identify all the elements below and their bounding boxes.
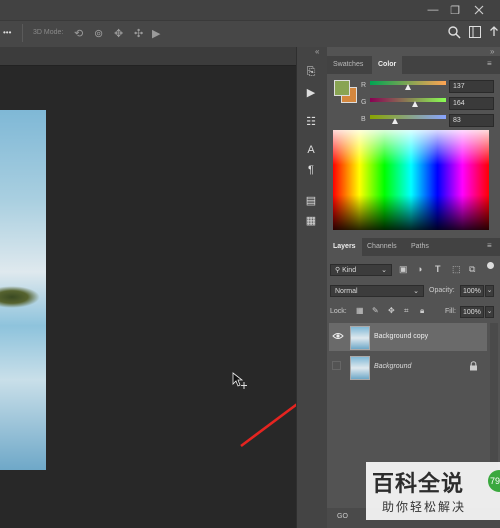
color-spectrum-ramp[interactable] xyxy=(333,130,489,230)
search-button[interactable] xyxy=(447,25,461,41)
paragraph-icon[interactable]: ¶ xyxy=(300,160,322,180)
palm-tree-detail xyxy=(0,286,40,308)
filter-adjustment-icon[interactable]: ◑ xyxy=(417,264,422,274)
properties-icon[interactable]: ▦ xyxy=(300,210,322,230)
g-slider-handle[interactable] xyxy=(412,101,418,107)
filter-pixel-icon[interactable]: ▣ xyxy=(399,264,408,275)
filter-smartobject-icon[interactable]: ⧉ xyxy=(469,264,475,275)
workspace-icon xyxy=(469,26,481,38)
history-icon[interactable]: ⎘ xyxy=(300,62,322,82)
layer-name[interactable]: Background copy xyxy=(374,333,428,340)
chevron-down-icon: ⌄ xyxy=(486,308,493,315)
filter-shape-icon[interactable]: ⬚ xyxy=(452,264,461,275)
color-panel-tabbar: Swatches Color ≡ xyxy=(327,56,500,74)
collapse-panels-icon[interactable]: » xyxy=(490,47,494,56)
watermark-subtitle: 助你轻松解决 xyxy=(382,500,467,514)
g-channel-label: G xyxy=(361,99,367,106)
tab-color[interactable]: Color xyxy=(372,56,403,74)
minimize-icon: — xyxy=(427,4,439,16)
layer-thumbnail xyxy=(350,356,370,380)
layer-thumbnail xyxy=(350,326,370,350)
lock-artboard-icon[interactable]: ⌗ xyxy=(404,306,409,316)
3d-pan-icon[interactable]: ✥ xyxy=(114,27,123,40)
document-tab-bar xyxy=(0,47,296,66)
g-value-field[interactable]: 164 xyxy=(449,97,494,110)
lock-position-icon[interactable]: ✥ xyxy=(388,306,395,315)
chevron-down-icon: ⌄ xyxy=(486,287,493,294)
visibility-box[interactable] xyxy=(332,361,341,370)
filter-toggle-icon[interactable] xyxy=(487,262,494,269)
3d-mode-label: 3D Mode: xyxy=(33,29,64,36)
3d-slide-icon[interactable]: ✣ xyxy=(134,27,143,40)
r-channel-label: R xyxy=(361,82,367,89)
adjustments-icon[interactable]: ☷ xyxy=(300,111,322,131)
close-button[interactable] xyxy=(470,2,488,18)
restore-button[interactable]: ❐ xyxy=(446,2,464,18)
blend-mode-select[interactable]: Normal ⌄ xyxy=(330,285,424,297)
b-slider-handle[interactable] xyxy=(392,118,398,124)
restore-icon: ❐ xyxy=(450,4,460,17)
visibility-eye-icon[interactable] xyxy=(332,331,344,343)
fill-field[interactable]: 100% xyxy=(460,306,484,318)
opacity-field[interactable]: 100% xyxy=(460,285,484,297)
separator xyxy=(22,24,23,42)
opacity-label: Opacity: xyxy=(429,287,455,294)
layer-row-background-copy[interactable]: Background copy xyxy=(329,323,487,351)
opacity-dropdown[interactable]: ⌄ xyxy=(485,285,494,297)
libraries-icon[interactable]: ▤ xyxy=(300,190,322,210)
fill-dropdown[interactable]: ⌄ xyxy=(485,306,494,318)
link-layers-button[interactable]: GO xyxy=(337,513,348,520)
tab-layers[interactable]: Layers xyxy=(327,238,362,256)
share-button[interactable] xyxy=(488,25,500,41)
b-value-field[interactable]: 83 xyxy=(449,114,494,127)
character-icon[interactable]: A xyxy=(300,140,322,160)
share-icon xyxy=(490,26,498,36)
r-slider-handle[interactable] xyxy=(405,84,411,90)
lock-transparent-icon[interactable]: ▦ xyxy=(356,306,364,315)
filter-kind-label: Kind xyxy=(342,267,357,274)
r-value-field[interactable]: 137 xyxy=(449,80,494,93)
lock-icon xyxy=(469,361,478,373)
foreground-color-swatch[interactable] xyxy=(334,80,350,96)
more-options-button[interactable]: ••• xyxy=(3,28,11,37)
3d-orbit-icon[interactable]: ⟲ xyxy=(74,27,83,40)
actions-play-icon[interactable]: ▶ xyxy=(300,82,322,102)
collapse-icon[interactable]: « xyxy=(315,47,319,56)
tab-swatches[interactable]: Swatches xyxy=(327,56,369,74)
watermark-title: 百科全说 xyxy=(372,472,465,497)
layer-name[interactable]: Background xyxy=(374,363,411,370)
lock-all-icon[interactable]: 🔒︎ xyxy=(420,306,424,316)
tab-paths[interactable]: Paths xyxy=(405,238,435,256)
panel-menu-icon[interactable]: ≡ xyxy=(487,59,492,68)
blend-mode-value: Normal xyxy=(335,288,358,295)
g-slider-track[interactable] xyxy=(370,98,446,102)
layer-row-background[interactable]: Background xyxy=(329,353,487,381)
layers-panel-tabbar: Layers Channels Paths ≡ xyxy=(327,238,500,256)
chevron-down-icon: ⌄ xyxy=(413,288,419,295)
layer-filter-kind[interactable]: ⚲ Kind ⌄ xyxy=(330,264,392,276)
3d-roll-icon[interactable]: ⊚ xyxy=(94,27,103,40)
workspace-button[interactable] xyxy=(468,25,482,41)
panel-menu-icon[interactable]: ≡ xyxy=(487,241,492,250)
lock-image-icon[interactable]: ✎ xyxy=(372,306,379,315)
b-channel-label: B xyxy=(361,116,366,123)
filter-type-icon[interactable]: T xyxy=(435,264,441,274)
tab-channels[interactable]: Channels xyxy=(361,238,403,256)
layers-scrollbar[interactable] xyxy=(490,323,498,483)
minimize-button[interactable]: — xyxy=(424,2,442,18)
close-icon xyxy=(474,5,484,15)
b-slider-track[interactable] xyxy=(370,115,446,119)
3d-scale-icon[interactable]: ▶ xyxy=(152,27,160,40)
fill-label: Fill: xyxy=(445,308,456,315)
chevron-down-icon: ⌄ xyxy=(381,267,387,274)
lock-label: Lock: xyxy=(330,308,347,315)
search-icon xyxy=(448,26,461,39)
